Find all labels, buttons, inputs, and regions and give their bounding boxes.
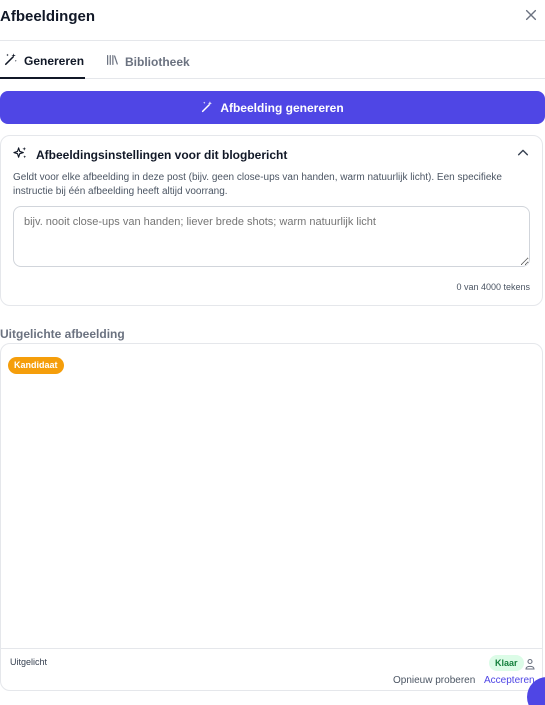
- tab-bibliotheek-label: Bibliotheek: [125, 54, 190, 69]
- dialog-title: Afbeeldingen: [0, 8, 96, 25]
- generate-image-button[interactable]: Afbeelding genereren: [0, 91, 545, 124]
- person-icon[interactable]: [524, 657, 536, 670]
- sparkles-icon: [13, 146, 28, 164]
- status-badge: Klaar: [489, 655, 524, 671]
- generate-button-label: Afbeelding genereren: [220, 100, 344, 115]
- retry-button[interactable]: Opnieuw proberen: [393, 675, 475, 686]
- tab-bar: Genereren Bibliotheek: [0, 44, 545, 79]
- character-count: 0 van 4000 tekens: [456, 282, 530, 292]
- tab-genereren-label: Genereren: [24, 53, 85, 68]
- close-icon[interactable]: [523, 8, 539, 24]
- image-type-label: Uitgelicht: [10, 657, 48, 667]
- settings-title: Afbeeldingsinstellingen voor dit blogber…: [36, 148, 288, 162]
- candidate-badge: Kandidaat: [8, 357, 64, 374]
- library-icon: [105, 53, 119, 70]
- dialog-header: Afbeeldingen: [0, 0, 545, 41]
- wand-icon: [201, 100, 214, 116]
- featured-image-card: Kandidaat Uitgelicht Klaar Opnieuw probe…: [0, 343, 543, 691]
- image-instructions-input[interactable]: [13, 206, 530, 267]
- featured-image-heading: Uitgelichte afbeelding: [0, 327, 125, 341]
- tab-bibliotheek[interactable]: Bibliotheek: [105, 44, 190, 79]
- chevron-up-icon[interactable]: [516, 146, 530, 160]
- accept-button[interactable]: Accepteren: [484, 675, 535, 686]
- tab-genereren[interactable]: Genereren: [0, 44, 85, 79]
- settings-header: Afbeeldingsinstellingen voor dit blogber…: [13, 146, 287, 164]
- wand-icon: [4, 52, 18, 69]
- settings-description: Geldt voor elke afbeelding in deze post …: [13, 172, 502, 197]
- image-settings-panel: Afbeeldingsinstellingen voor dit blogber…: [0, 135, 543, 306]
- image-preview[interactable]: Kandidaat: [1, 344, 542, 649]
